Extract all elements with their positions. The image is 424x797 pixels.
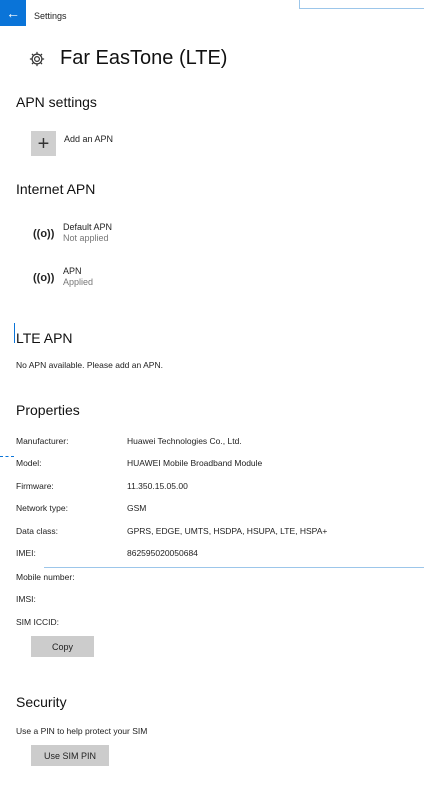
- copy-button[interactable]: Copy: [31, 636, 94, 657]
- apn-name: Default APN: [63, 222, 113, 232]
- window-frame-edge: [14, 323, 15, 343]
- property-key: Model:: [16, 458, 42, 468]
- plus-icon: +: [31, 131, 56, 156]
- security-message: Use a PIN to help protect your SIM: [16, 726, 148, 736]
- window-frame-edge: [0, 456, 14, 458]
- properties-heading: Properties: [16, 402, 80, 418]
- title-bar: ← Settings: [0, 0, 424, 32]
- property-key: Manufacturer:: [16, 436, 69, 446]
- broadcast-icon: ((o)): [33, 228, 55, 240]
- window-frame-edge: [299, 0, 300, 8]
- back-button[interactable]: ←: [0, 0, 26, 26]
- app-title: Settings: [34, 11, 67, 21]
- add-apn-label: Add an APN: [64, 134, 114, 144]
- page-title: Far EasTone (LTE): [60, 47, 228, 69]
- property-key: IMSI:: [16, 594, 36, 604]
- apn-status: Applied: [63, 277, 94, 287]
- gear-icon: [29, 51, 45, 66]
- property-key: Mobile number:: [16, 572, 75, 582]
- property-value: HUAWEI Mobile Broadband Module: [127, 458, 263, 468]
- property-value: 11.350.15.05.00: [127, 481, 188, 491]
- internet-apn-heading: Internet APN: [16, 181, 96, 197]
- property-key: Network type:: [16, 503, 68, 513]
- broadcast-icon: ((o)): [33, 272, 55, 284]
- property-value: 862595020050684: [127, 548, 198, 558]
- apn-list-item-default[interactable]: ((o)) Default APN Not applied: [33, 222, 112, 243]
- apn-settings-heading: APN settings: [16, 94, 97, 110]
- lte-apn-heading: LTE APN: [16, 330, 73, 346]
- lte-apn-message: No APN available. Please add an APN.: [16, 360, 163, 370]
- property-value: GPRS, EDGE, UMTS, HSDPA, HSUPA, LTE, HSP…: [127, 526, 328, 536]
- back-arrow-icon: ←: [6, 5, 20, 21]
- property-key: Firmware:: [16, 481, 54, 491]
- security-heading: Security: [16, 694, 67, 710]
- property-key: SIM ICCID:: [16, 617, 59, 627]
- add-apn-button[interactable]: + Add an APN: [31, 131, 113, 156]
- property-key: IMEI:: [16, 548, 36, 558]
- use-sim-pin-button[interactable]: Use SIM PIN: [31, 745, 109, 766]
- apn-name: APN: [63, 266, 82, 276]
- window-frame-edge: [44, 567, 424, 568]
- apn-list-item-apn[interactable]: ((o)) APN Applied: [33, 266, 93, 287]
- window-frame-edge: [299, 8, 424, 9]
- property-value: GSM: [127, 503, 147, 513]
- page-header: Far EasTone (LTE): [28, 47, 227, 70]
- property-value: Huawei Technologies Co., Ltd.: [127, 436, 242, 446]
- property-key: Data class:: [16, 526, 59, 536]
- apn-status: Not applied: [63, 233, 109, 243]
